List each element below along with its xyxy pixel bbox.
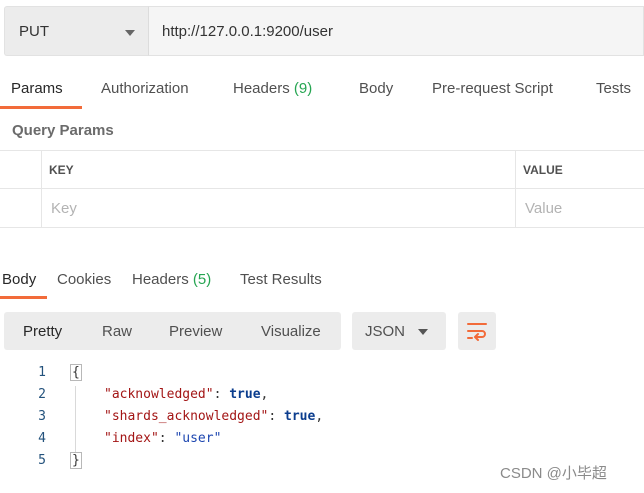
- line-number: 4: [38, 431, 46, 446]
- tab-params[interactable]: Params: [11, 80, 63, 97]
- column-header-value: VALUE: [523, 163, 563, 177]
- chevron-down-icon: [418, 329, 428, 335]
- code-line: 3 "shards_acknowledged": true,: [0, 406, 644, 428]
- section-title: Query Params: [12, 122, 114, 139]
- indent-guide: [75, 386, 76, 452]
- tab-label: Body: [2, 271, 37, 288]
- format-label: JSON: [365, 323, 406, 340]
- tab-label: Headers: [233, 80, 290, 97]
- response-tabs: Body Cookies Headers (5) Test Results: [0, 262, 644, 300]
- json-value: "user": [174, 431, 222, 446]
- tab-label: Headers: [132, 271, 189, 288]
- line-number: 1: [38, 365, 46, 380]
- json-separator: :: [158, 431, 175, 446]
- json-key: "index": [104, 431, 159, 446]
- divider: [0, 188, 644, 189]
- close-brace: }: [70, 452, 82, 469]
- wrap-lines-button[interactable]: [458, 312, 496, 350]
- tab-tests[interactable]: Tests: [596, 80, 631, 97]
- json-key: "acknowledged": [104, 387, 214, 402]
- code-text: }: [70, 452, 82, 469]
- code-text: "acknowledged": true,: [104, 387, 268, 402]
- view-pretty-button[interactable]: Pretty: [23, 323, 62, 340]
- tab-label: Tests: [596, 80, 632, 97]
- tab-label: Authorization: [101, 80, 189, 97]
- json-value: true: [284, 409, 316, 424]
- tab-authorization[interactable]: Authorization: [101, 80, 189, 97]
- active-tab-indicator: [0, 106, 82, 109]
- json-key: "shards_acknowledged": [104, 409, 269, 424]
- code-text: "index": "user": [104, 431, 221, 446]
- watermark: CSDN @小毕超: [500, 465, 607, 482]
- request-tabs: Params Authorization Headers (9) Body Pr…: [0, 72, 644, 110]
- code-line: 4 "index": "user": [0, 428, 644, 450]
- line-number: 2: [38, 387, 46, 402]
- response-tab-cookies[interactable]: Cookies: [57, 271, 111, 288]
- json-separator: :: [268, 409, 285, 424]
- column-header-key: KEY: [49, 163, 74, 177]
- tab-label: Body: [359, 80, 394, 97]
- param-key-input[interactable]: [51, 198, 506, 218]
- chevron-down-icon: [125, 30, 135, 36]
- tab-count-badge: (9): [293, 80, 313, 97]
- tab-pre-request-script[interactable]: Pre-request Script: [432, 80, 553, 97]
- tab-label: Test Results: [240, 271, 322, 288]
- code-text: {: [70, 364, 82, 381]
- format-select[interactable]: JSON: [352, 312, 446, 350]
- url-input[interactable]: [148, 6, 644, 56]
- code-line: 2 "acknowledged": true,: [0, 384, 644, 406]
- tab-label: Pre-request Script: [432, 80, 553, 97]
- json-comma: ,: [315, 409, 324, 424]
- params-table: KEY VALUE: [0, 150, 644, 228]
- response-body-code[interactable]: 1 { 2 "acknowledged": true, 3 "shards_ac…: [0, 362, 644, 477]
- view-raw-button[interactable]: Raw: [102, 323, 132, 340]
- line-number: 5: [38, 453, 46, 468]
- code-text: "shards_acknowledged": true,: [104, 409, 323, 424]
- method-label: PUT: [19, 23, 49, 40]
- wrap-lines-icon: [467, 323, 487, 341]
- divider: [41, 150, 42, 228]
- active-tab-indicator: [0, 296, 47, 299]
- param-value-input[interactable]: [525, 198, 640, 218]
- view-visualize-button[interactable]: Visualize: [261, 323, 321, 340]
- view-mode-group: Pretty Raw Preview Visualize: [4, 312, 341, 350]
- view-preview-button[interactable]: Preview: [169, 323, 222, 340]
- response-tab-test-results[interactable]: Test Results: [240, 271, 322, 288]
- divider: [0, 227, 644, 228]
- method-select[interactable]: PUT: [4, 6, 148, 56]
- tab-count-badge: (5): [192, 271, 212, 288]
- json-separator: :: [213, 387, 230, 402]
- code-line: 1 {: [0, 362, 644, 384]
- open-brace: {: [70, 364, 82, 381]
- tab-label: Params: [11, 80, 63, 97]
- response-tab-body[interactable]: Body: [2, 271, 36, 288]
- divider: [0, 150, 644, 151]
- divider: [515, 150, 516, 228]
- tab-body[interactable]: Body: [359, 80, 393, 97]
- json-value: true: [229, 387, 261, 402]
- line-number: 3: [38, 409, 46, 424]
- tab-headers[interactable]: Headers (9): [233, 80, 312, 97]
- response-tab-headers[interactable]: Headers (5): [132, 271, 211, 288]
- json-comma: ,: [260, 387, 269, 402]
- tab-label: Cookies: [57, 271, 112, 288]
